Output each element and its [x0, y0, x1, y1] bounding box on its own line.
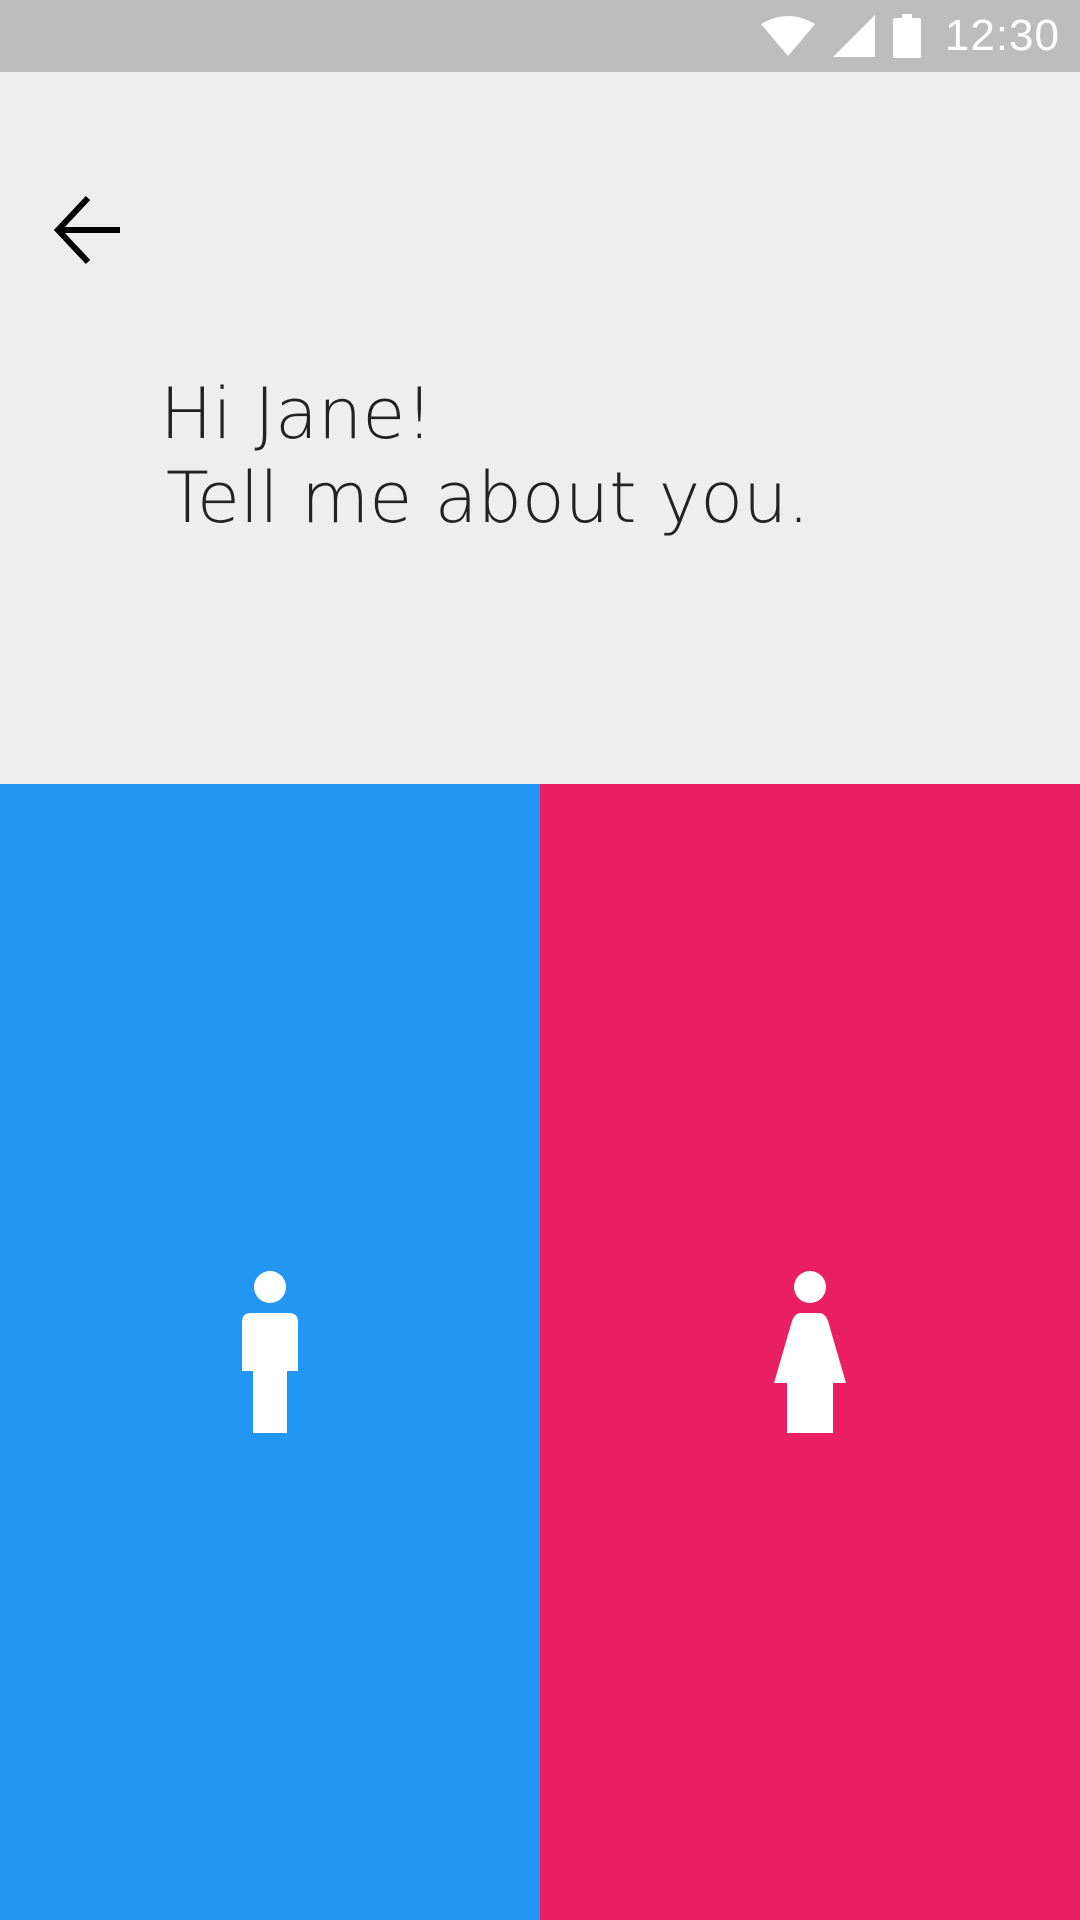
status-bar: 12:30 — [0, 0, 1080, 72]
female-choice-button[interactable] — [540, 784, 1080, 1920]
back-button[interactable] — [40, 184, 136, 280]
wifi-icon — [760, 16, 815, 56]
male-choice-button[interactable] — [0, 784, 540, 1920]
greeting-text: Hi Jane! Tell me about you. — [160, 372, 810, 540]
male-figure-icon — [241, 1271, 299, 1433]
female-figure-icon — [773, 1271, 847, 1433]
cellular-signal-icon — [832, 15, 875, 57]
status-time: 12:30 — [944, 11, 1060, 60]
greeting-line-1: Hi Jane! — [160, 373, 434, 455]
greeting-line-2: Tell me about you. — [166, 457, 810, 539]
status-icons: 12:30 — [760, 0, 1060, 72]
arrow-left-icon — [52, 194, 124, 271]
onboarding-screen: 12:30 Hi Jane! Tell me about you. — [0, 0, 1080, 1920]
battery-icon — [892, 14, 921, 58]
